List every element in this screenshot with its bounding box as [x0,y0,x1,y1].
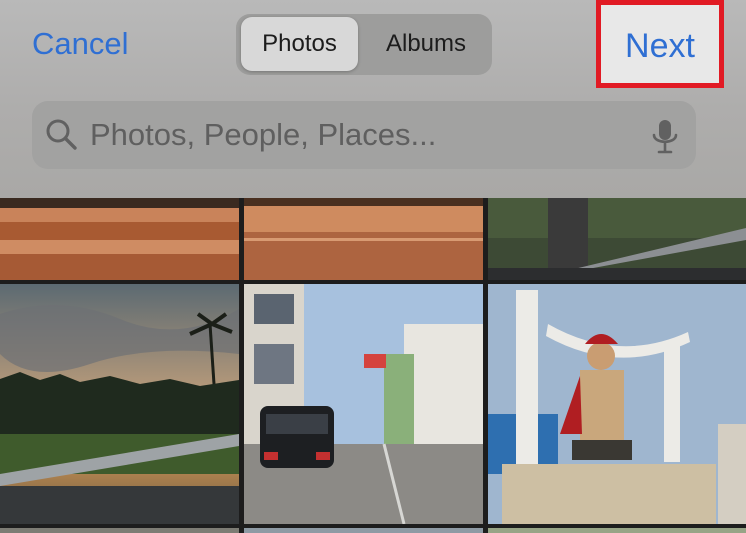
photo-thumbnail-partial-2[interactable] [244,528,483,533]
tab-albums[interactable]: Albums [366,17,486,71]
search-field[interactable]: Photos, People, Places... [32,101,696,169]
photo-thumbnail-sunset[interactable] [0,284,239,524]
next-highlight-box: Next [596,0,724,88]
photo-thumbnail-partial-1[interactable] [0,528,239,533]
microphone-icon[interactable] [650,118,680,161]
next-button[interactable]: Next [601,27,719,66]
tab-photos[interactable]: Photos [241,17,358,71]
photo-thumbnail-wood-2[interactable] [244,198,483,280]
photo-thumbnail-street[interactable] [244,284,483,524]
photo-grid [0,198,746,533]
cancel-button[interactable]: Cancel [32,26,129,62]
search-placeholder: Photos, People, Places... [90,117,437,152]
photo-thumbnail-wood-1[interactable] [0,198,239,280]
photo-thumbnail-statue[interactable] [488,284,746,524]
photo-thumbnail-roadside-rail[interactable] [488,198,746,280]
photo-thumbnail-partial-3[interactable] [488,528,746,533]
picker-header: Cancel Photos Albums Next Photos, People… [0,0,746,198]
source-segmented-control: Photos Albums [236,14,492,75]
search-icon [44,117,80,158]
